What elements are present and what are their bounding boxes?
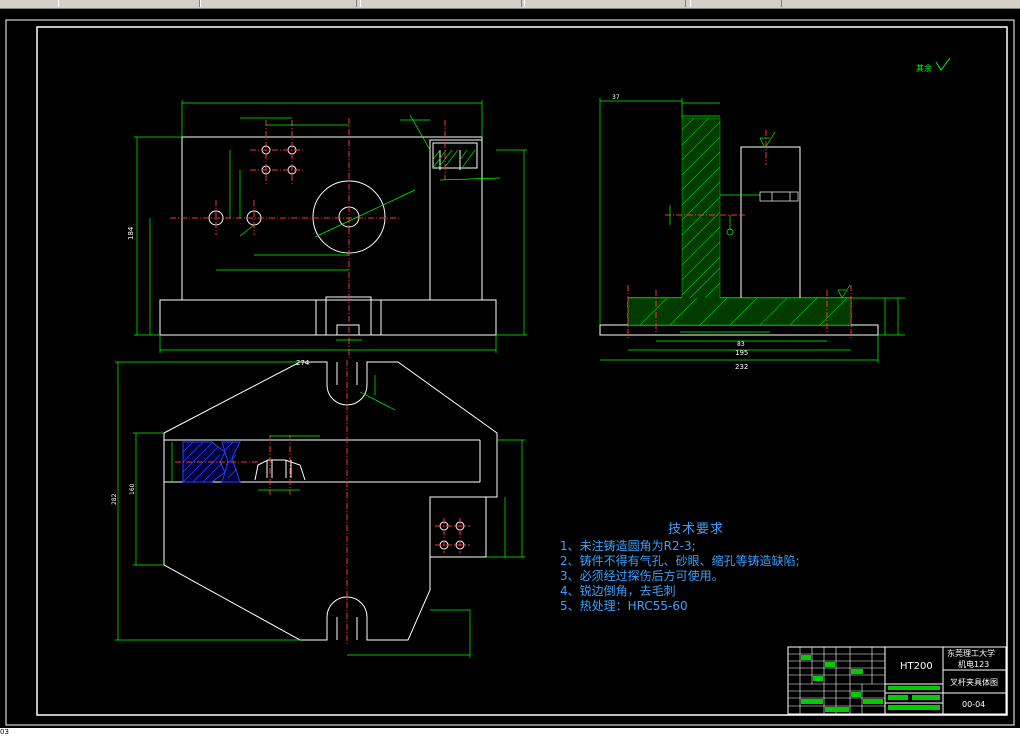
top-view-dims	[115, 361, 525, 658]
tech-req-item: 3、必须经过探伤后方可使用。	[560, 569, 724, 583]
outer-frame	[5, 19, 1015, 726]
svg-text:282: 282	[111, 493, 118, 505]
side-top-dim: 37	[612, 94, 620, 101]
tech-req-title: 技术要求	[667, 522, 724, 537]
material-label: HT200	[900, 661, 933, 672]
top-view-centerlines	[175, 360, 470, 645]
class-name: 机电123	[958, 660, 990, 669]
roughness-symbol-icon	[935, 57, 951, 71]
tech-req-item: 1、未注铸造圆角为R2-3;	[560, 539, 696, 553]
cad-drawing-canvas[interactable]: 274 184 37 232 195 83 其余 282 160	[0, 0, 1020, 736]
roughness-note: 其余	[916, 63, 932, 73]
front-view	[159, 136, 497, 336]
side-view-hatch	[639, 117, 848, 326]
front-view-hatch	[432, 149, 476, 169]
side-mid-dim: 195	[735, 349, 748, 357]
tech-req-item: 2、铸件不得有气孔、砂眼、缩孔等铸造缺陷;	[560, 554, 800, 568]
tech-req-item: 4、锐边倒角，去毛刺	[560, 584, 676, 598]
technical-requirements: 技术要求 1、未注铸造圆角为R2-3; 2、铸件不得有气孔、砂眼、缩孔等铸造缺陷…	[560, 518, 840, 614]
bottom-status-strip: 03	[0, 728, 1020, 736]
svg-text:160: 160	[129, 483, 136, 495]
front-view-dims	[134, 100, 527, 353]
drawing-number: 00-04	[962, 700, 986, 709]
side-view-hatch-fill	[627, 117, 852, 326]
tolerance-frame	[759, 191, 799, 202]
school-name: 东莞理工大学	[947, 649, 995, 658]
top-view	[163, 361, 498, 641]
front-view-centerlines	[170, 118, 446, 360]
side-overall-dim: 232	[735, 363, 748, 371]
part-name: 叉杆夹具体图	[950, 678, 998, 687]
inner-frame	[36, 26, 1008, 716]
front-height-dim: 184	[127, 226, 135, 240]
tech-req-item: 5、热处理：HRC55-60	[560, 599, 688, 613]
bottom-label: 03	[0, 728, 9, 736]
side-lower-dim: 83	[737, 341, 745, 348]
